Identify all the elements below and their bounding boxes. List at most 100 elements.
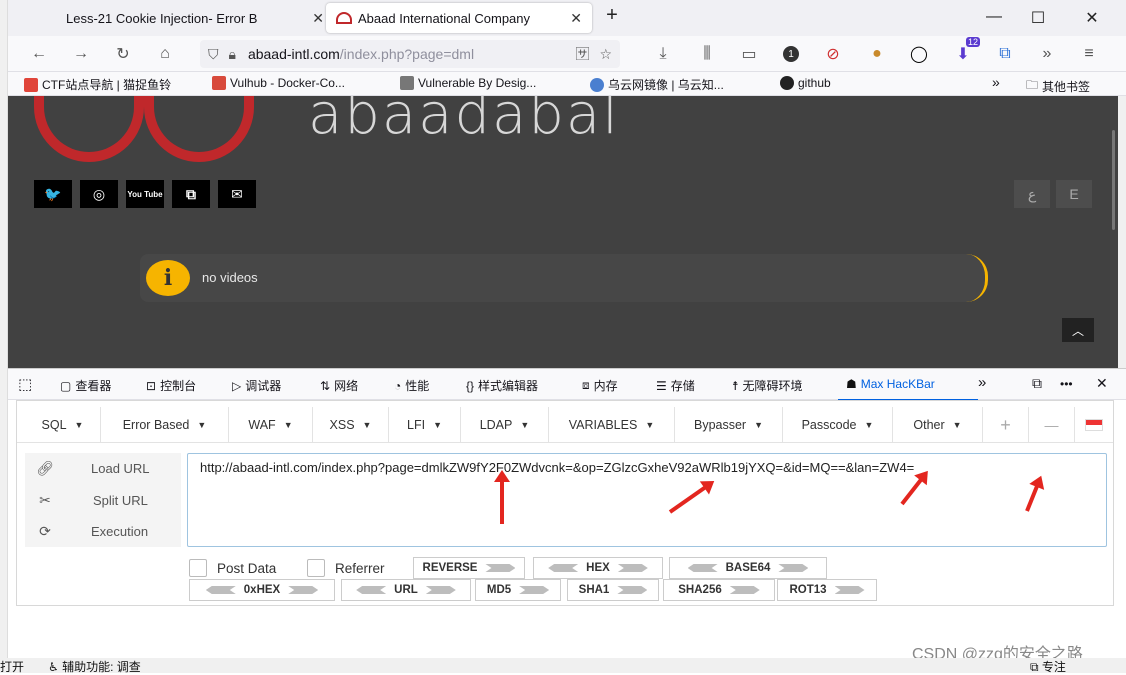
add-tab-button[interactable]: +	[983, 407, 1029, 443]
reverse-button[interactable]: REVERSE	[413, 557, 525, 579]
menu-sql[interactable]: SQL ▼	[25, 407, 101, 443]
navigation-toolbar: ← → ↻ ⌂ ⛉ 🔒︎ abaad-intl.com/index.php?pa…	[8, 36, 1126, 72]
reader-view-icon[interactable]: ▭	[738, 43, 760, 65]
home-icon[interactable]: ⌂	[154, 43, 176, 65]
bookmark-wooyun[interactable]: 乌云网镜像 | 乌云知...	[590, 76, 724, 93]
menu-other[interactable]: Other ▼	[893, 407, 983, 443]
post-data-checkbox[interactable]: Post Data	[189, 559, 276, 577]
menu-passcode[interactable]: Passcode ▼	[783, 407, 893, 443]
load-url-button[interactable]: 🔗︎ Load URL	[25, 453, 181, 483]
remove-tab-button[interactable]: —	[1029, 407, 1075, 443]
url-textarea[interactable]: http://abaad-intl.com/index.php?page=dml…	[187, 453, 1107, 547]
close-tab-icon[interactable]: ✕	[312, 10, 324, 27]
menu-bypasser[interactable]: Bypasser ▼	[675, 407, 783, 443]
tab-debugger[interactable]: ▷ 调试器	[232, 377, 281, 394]
pdf-icon[interactable]: ⧉	[172, 180, 210, 208]
minimize-button[interactable]: —	[984, 8, 1004, 26]
accessibility-status[interactable]: ♿︎ 辅助功能: 调查	[48, 658, 141, 675]
ring-extension-icon[interactable]: ◯	[908, 43, 930, 65]
tab-less21[interactable]: Less-21 Cookie Injection- Error B ✕	[56, 3, 334, 33]
base64-button[interactable]: BASE64	[669, 557, 827, 579]
bookmarks-overflow-button[interactable]: »	[992, 74, 1000, 90]
menu-variables[interactable]: VARIABLES ▼	[549, 407, 675, 443]
rot13-button[interactable]: ROT13	[777, 579, 877, 601]
info-icon: i	[146, 260, 190, 296]
tab-strip: Less-21 Cookie Injection- Error B ✕ Abaa…	[8, 0, 1126, 36]
url-encode-button[interactable]: URL	[341, 579, 471, 601]
checkbox-box[interactable]	[189, 559, 207, 577]
flag-icon[interactable]	[1075, 407, 1113, 443]
menu-waf[interactable]: WAF ▼	[229, 407, 313, 443]
tab-memory[interactable]: ⧈ 内存	[582, 377, 618, 394]
caret-down-icon: ▼	[864, 420, 874, 430]
reload-icon[interactable]: ↻	[112, 43, 134, 65]
instagram-icon[interactable]: ◎	[80, 180, 118, 208]
tab-storage[interactable]: ☰ 存储	[656, 377, 695, 394]
menu-xss[interactable]: XSS ▼	[313, 407, 389, 443]
more-tools-icon[interactable]: »	[1036, 43, 1058, 65]
devtools-more-button[interactable]: •••	[1060, 377, 1073, 391]
bookmark-vulnhub[interactable]: Vulnerable By Desig...	[400, 76, 536, 90]
element-picker-icon[interactable]: ⬚	[18, 375, 32, 393]
youtube-icon[interactable]: You Tube	[126, 180, 164, 208]
notification-extension-icon[interactable]: 1	[780, 43, 802, 65]
new-tab-button[interactable]: +	[602, 4, 622, 27]
close-tab-icon[interactable]: ✕	[570, 10, 582, 27]
tab-accessibility[interactable]: ☨ 无障碍环境	[732, 377, 803, 394]
bookmark-label: Vulhub - Docker-Co...	[230, 76, 345, 90]
accessibility-person-icon: ♿︎	[48, 660, 63, 674]
caret-down-icon: ▼	[74, 420, 84, 430]
translate-extension-icon[interactable]: ⧉	[994, 43, 1016, 65]
tab-network[interactable]: ⇅ 网络	[320, 377, 358, 394]
translate-icon[interactable]: 🈂︎	[575, 44, 589, 64]
blocker-extension-icon[interactable]: ⊘	[822, 43, 844, 65]
sha256-button[interactable]: SHA256	[663, 579, 775, 601]
cookie-extension-icon[interactable]: ●	[866, 43, 888, 65]
lang-arabic-button[interactable]: ع	[1014, 180, 1050, 208]
mail-icon[interactable]: ✉	[218, 180, 256, 208]
caret-down-icon: ▼	[197, 420, 207, 430]
menu-ldap[interactable]: LDAP ▼	[461, 407, 549, 443]
devtools-close-button[interactable]: ✕	[1096, 375, 1108, 392]
devtools-toolbar: ⬚ ▢ 查看器 ⊡ 控制台 ▷ 调试器 ⇅ 网络 ◔ 性能 {} 样式编辑器 ⧈ 内存 ☰ 存储…	[8, 368, 1126, 401]
0xhex-button[interactable]: 0xHEX	[189, 579, 335, 601]
url-bar[interactable]: ⛉ 🔒︎ abaad-intl.com/index.php?page=dml 🈂…	[200, 40, 620, 68]
menu-icon[interactable]: ≡	[1078, 43, 1100, 65]
execution-button[interactable]: ⟳ Execution	[25, 516, 181, 546]
page-scrollbar[interactable]	[1112, 130, 1115, 230]
hex-button[interactable]: HEX	[533, 557, 663, 579]
focus-status[interactable]: ⧉ 专注	[1030, 658, 1066, 675]
menu-error-based[interactable]: Error Based ▼	[101, 407, 229, 443]
bookmark-vulhub[interactable]: Vulhub - Docker-Co...	[212, 76, 345, 90]
close-window-button[interactable]: ✕	[1082, 8, 1102, 28]
dock-icon[interactable]: ⧉	[1032, 375, 1042, 392]
downloads-icon[interactable]: ⤓	[652, 43, 674, 65]
tab-max-hackbar[interactable]: ☗ Max HacKBar	[846, 377, 935, 391]
menu-lfi[interactable]: LFI ▼	[389, 407, 461, 443]
checkbox-box[interactable]	[307, 559, 325, 577]
md5-button[interactable]: MD5	[475, 579, 561, 601]
tab-performance[interactable]: ◔ 性能	[394, 377, 429, 394]
twitter-icon[interactable]: 🐦	[34, 180, 72, 208]
bookmark-github[interactable]: github	[780, 76, 831, 90]
referrer-checkbox[interactable]: Referrer	[307, 559, 385, 577]
maximize-button[interactable]: ☐	[1028, 8, 1048, 28]
tab-console[interactable]: ⊡ 控制台	[146, 377, 196, 394]
bookmark-ctf[interactable]: CTF站点导航 | 猫捉鱼铃	[24, 76, 171, 93]
tab-inspector[interactable]: ▢ 查看器	[60, 377, 111, 394]
devtools-overflow-button[interactable]: »	[978, 374, 986, 391]
download-extension-icon[interactable]: ⬇ 12	[952, 37, 980, 65]
library-icon[interactable]: ⫼	[696, 43, 718, 65]
hackbar-panel: SQL ▼ Error Based ▼ WAF ▼ XSS ▼ LFI ▼ LDAP ▼ V…	[16, 400, 1114, 606]
lang-english-button[interactable]: E	[1056, 180, 1092, 208]
back-icon[interactable]: ←	[28, 43, 50, 65]
scroll-to-top-button[interactable]: ︿	[1062, 318, 1094, 342]
tab-style-editor[interactable]: {} 样式编辑器	[466, 377, 538, 394]
tab-abaad[interactable]: Abaad International Company ✕	[326, 3, 592, 33]
split-url-button[interactable]: ✂ Split URL	[25, 485, 181, 515]
bookmark-star-icon[interactable]: ☆	[599, 46, 612, 63]
sha1-button[interactable]: SHA1	[567, 579, 659, 601]
forward-icon[interactable]: →	[70, 43, 92, 65]
other-bookmarks[interactable]: 🗀︎ 其他书签	[1026, 76, 1090, 97]
download-badge: 12	[965, 37, 980, 47]
